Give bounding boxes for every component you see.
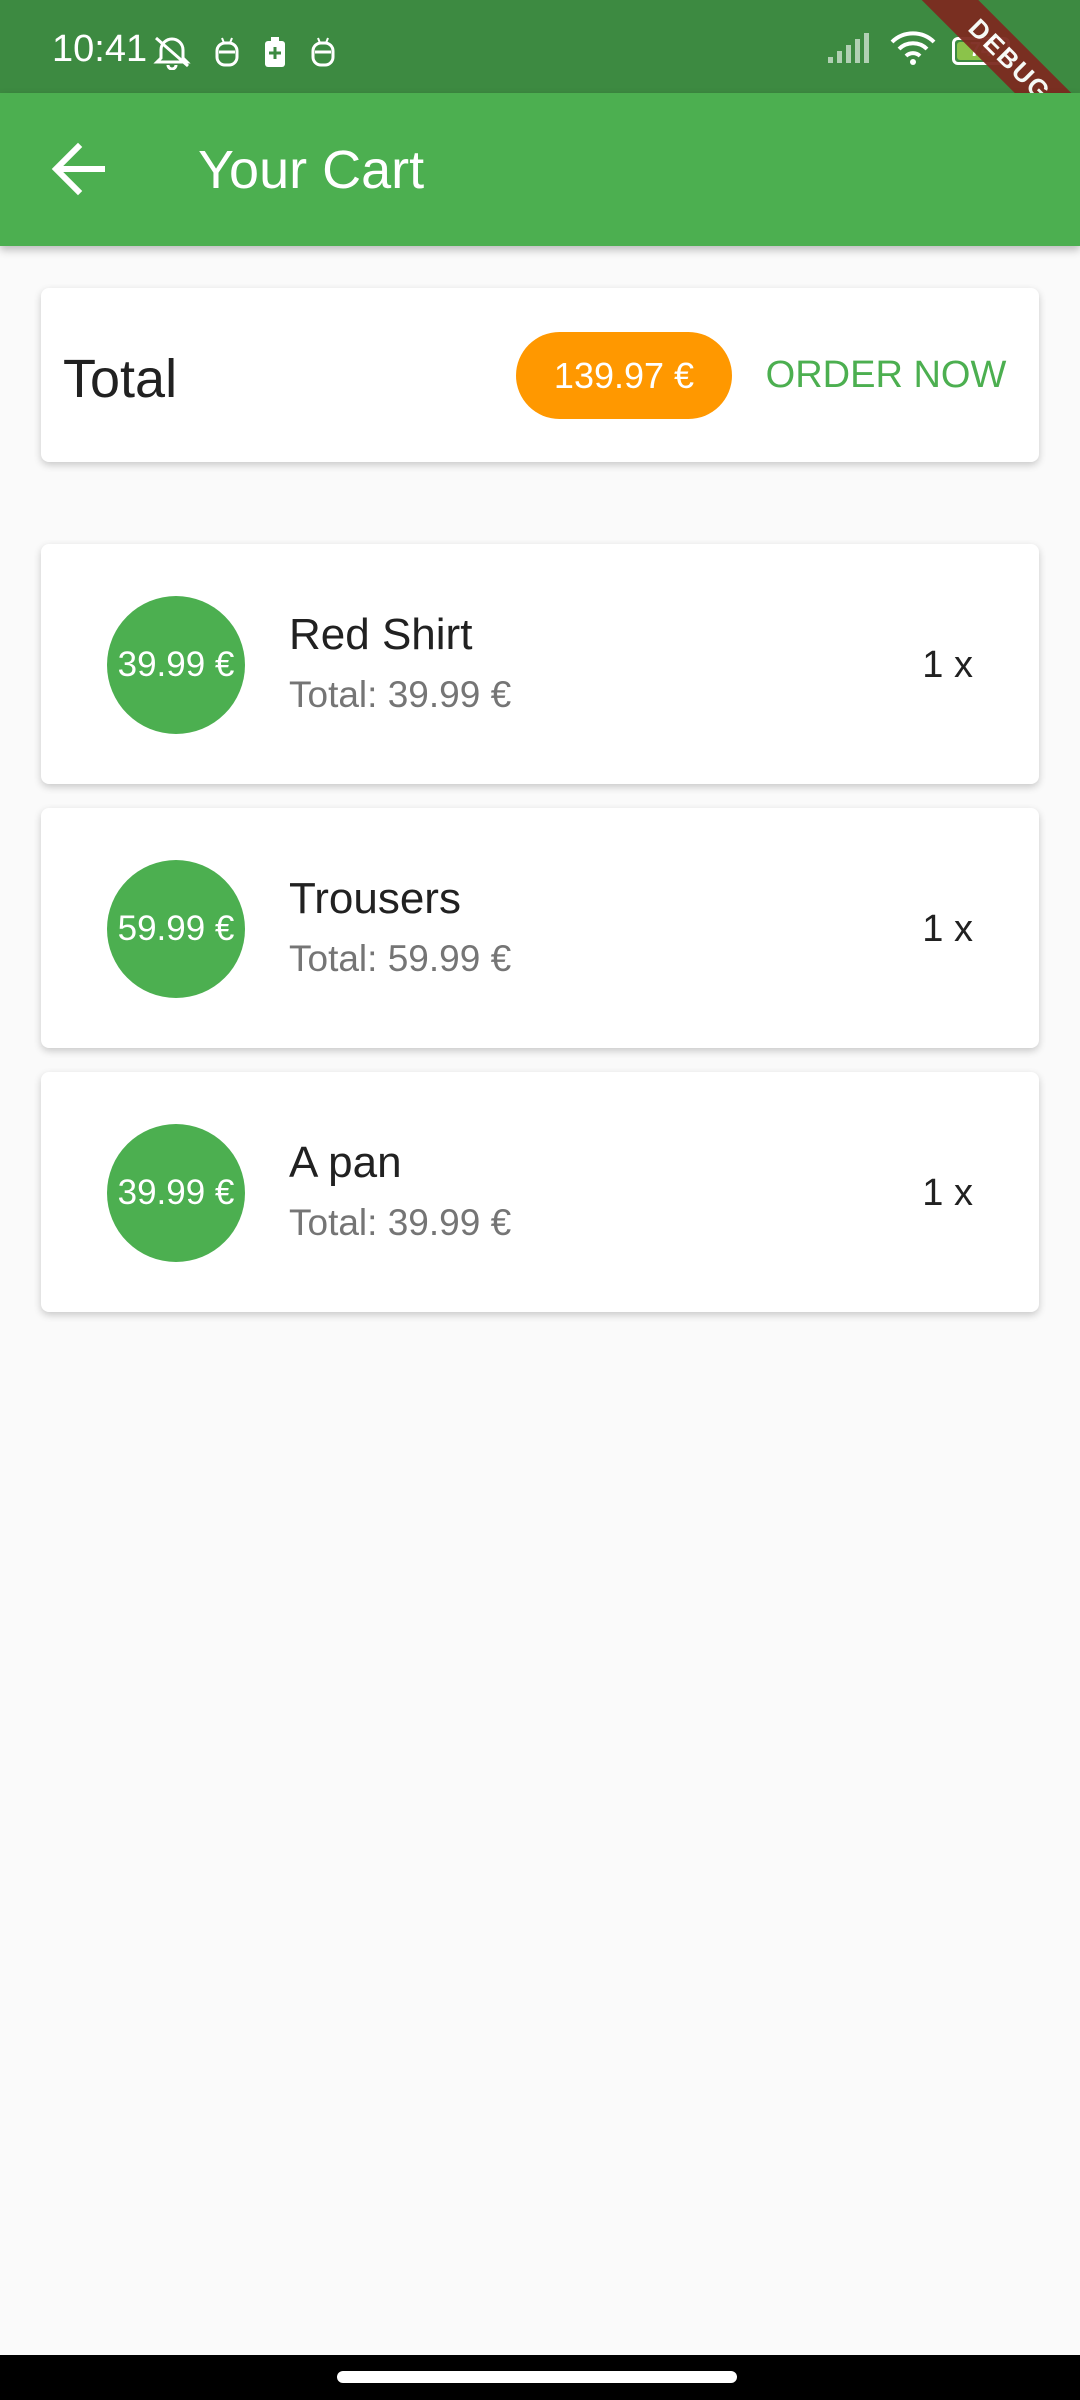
app-bar: Your Cart	[0, 93, 1080, 246]
item-price-avatar: 59.99 €	[107, 860, 245, 998]
back-button[interactable]	[40, 133, 116, 209]
item-total: Total: 59.99 €	[289, 938, 512, 979]
cart-item-card[interactable]: 39.99 € A pan Total: 39.99 € 1 x	[41, 1072, 1039, 1312]
item-quantity: 1 x	[922, 1172, 973, 1214]
home-indicator[interactable]	[337, 2371, 737, 2383]
cell-signal-icon	[826, 33, 874, 68]
status-bar: 10:41 74 DEBUG	[0, 0, 1080, 174]
cart-total-card: Total 139.97 € ORDER NOW	[41, 288, 1039, 462]
item-title: Red Shirt	[289, 610, 473, 659]
item-title: Trousers	[289, 874, 461, 923]
wifi-icon	[890, 30, 936, 71]
item-total: Total: 39.99 €	[289, 674, 512, 715]
cart-item-card[interactable]: 39.99 € Red Shirt Total: 39.99 € 1 x	[41, 544, 1039, 784]
item-price-avatar: 39.99 €	[107, 596, 245, 734]
total-label: Total	[63, 349, 178, 409]
item-title: A pan	[289, 1138, 402, 1187]
arrow-back-icon	[48, 141, 108, 202]
battery-saver-icon	[262, 35, 288, 69]
android-debug-icon	[310, 35, 336, 69]
item-quantity: 1 x	[922, 908, 973, 950]
item-total: Total: 39.99 €	[289, 1202, 512, 1243]
item-quantity: 1 x	[922, 644, 973, 686]
status-notification-icons	[152, 34, 336, 70]
alarm-off-icon	[152, 34, 192, 70]
total-amount-chip: 139.97 €	[516, 332, 732, 419]
page-title: Your Cart	[198, 140, 425, 200]
cart-item-card[interactable]: 59.99 € Trousers Total: 59.99 € 1 x	[41, 808, 1039, 1048]
status-time: 10:41	[52, 28, 148, 70]
system-nav-bar	[0, 2355, 1080, 2400]
order-now-button[interactable]: ORDER NOW	[751, 332, 1021, 419]
android-debug-icon	[214, 35, 240, 69]
item-price-avatar: 39.99 €	[107, 1124, 245, 1262]
